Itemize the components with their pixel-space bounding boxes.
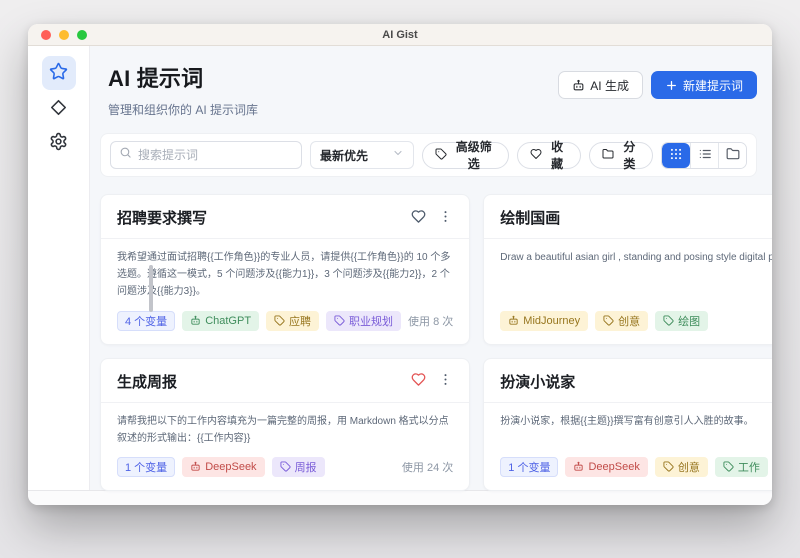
list-icon bbox=[698, 147, 712, 164]
prompt-card-title: 扮演小说家 bbox=[500, 371, 575, 392]
window-title: AI Gist bbox=[382, 29, 417, 41]
close-window-button[interactable] bbox=[41, 30, 51, 40]
prompt-card-content: 我希望通过面试招聘{{工作角色}}的专业人员，请提供{{工作角色}}的 10 个… bbox=[101, 239, 469, 301]
search-box[interactable] bbox=[110, 141, 302, 169]
cards-grid: 招聘要求撰写 我希望通过面试招聘{{工作角色}}的专业人员，请提供{{工作角色}… bbox=[100, 194, 757, 491]
grid-view-button[interactable] bbox=[662, 143, 690, 168]
kebab-menu-icon bbox=[438, 209, 453, 227]
main-area: AI 提示词 管理和组织你的 AI 提示词库 AI 生成 新建提示词 bbox=[90, 46, 772, 490]
prompt-card[interactable]: 扮演小说家 扮演小说家，根据{{主题}}撰写富有创意引人入胜的故事。 1 个变量… bbox=[483, 358, 772, 491]
gear-icon bbox=[49, 132, 68, 154]
search-input[interactable] bbox=[138, 148, 293, 162]
tag-badge[interactable]: 创意 bbox=[595, 311, 648, 331]
prompt-card[interactable]: 招聘要求撰写 我希望通过面试招聘{{工作角色}}的专业人员，请提供{{工作角色}… bbox=[100, 194, 470, 345]
prompt-card-tags: 1 个变量 DeepSeek 创意工作 bbox=[500, 457, 768, 477]
grid-icon bbox=[669, 147, 683, 164]
tag-badge[interactable]: 应聘 bbox=[266, 311, 319, 331]
usage-count: 使用 24 次 bbox=[402, 459, 453, 475]
app-window: AI Gist AI 提示词 管理和组织你的 AI 提示词库 bbox=[28, 24, 772, 505]
favorite-button[interactable] bbox=[411, 209, 426, 227]
view-toggle bbox=[661, 142, 747, 169]
prompt-card-content: 请帮我把以下的工作内容填充为一篇完整的周报，用 Markdown 格式以分点叙述… bbox=[101, 403, 469, 447]
favorite-button[interactable] bbox=[411, 372, 426, 390]
heart-icon bbox=[530, 148, 542, 163]
model-badge[interactable]: ChatGPT bbox=[182, 311, 259, 331]
list-view-button[interactable] bbox=[690, 143, 718, 168]
prompt-card-title: 绘制国画 bbox=[500, 207, 560, 228]
chevron-down-icon bbox=[392, 146, 404, 164]
tag-icon bbox=[723, 461, 734, 472]
sidebar-item-settings[interactable] bbox=[42, 128, 76, 158]
robot-icon bbox=[572, 79, 585, 92]
sidebar bbox=[28, 46, 90, 490]
favorites-filter-button[interactable]: 收藏 bbox=[517, 142, 581, 169]
folder-icon bbox=[726, 147, 740, 164]
kebab-menu-icon bbox=[438, 372, 453, 390]
model-badge[interactable]: DeepSeek bbox=[565, 457, 647, 477]
prompt-card-tags: 1 个变量 DeepSeek 周报 bbox=[117, 457, 325, 477]
titlebar: AI Gist bbox=[28, 24, 772, 46]
ai-generate-button[interactable]: AI 生成 bbox=[558, 71, 643, 99]
prompt-card-tags: MidJourney 创意绘图 bbox=[500, 311, 708, 331]
plus-icon bbox=[665, 79, 678, 92]
sidebar-item-tags[interactable] bbox=[42, 94, 76, 124]
scrollbar-thumb[interactable] bbox=[149, 265, 153, 312]
tag-icon bbox=[274, 315, 285, 326]
robot-icon bbox=[190, 315, 201, 326]
toolbar: 最新优先 高级筛选 收藏 分类 bbox=[100, 133, 757, 177]
sort-select[interactable]: 最新优先 bbox=[310, 141, 414, 169]
model-badge[interactable]: MidJourney bbox=[500, 311, 588, 331]
prompt-card-content: Draw a beautiful asian girl , standing a… bbox=[484, 239, 772, 301]
page-title: AI 提示词 bbox=[108, 61, 258, 93]
tag-icon bbox=[663, 315, 674, 326]
prompt-card[interactable]: 绘制国画 Draw a beautiful asian girl , stand… bbox=[483, 194, 772, 345]
variable-badge: 4 个变量 bbox=[117, 311, 175, 331]
tag-badge[interactable]: 绘图 bbox=[655, 311, 708, 331]
tag-icon bbox=[280, 461, 291, 472]
prompt-card-title: 生成周报 bbox=[117, 371, 177, 392]
variable-badge: 1 个变量 bbox=[500, 457, 558, 477]
traffic-lights bbox=[41, 24, 87, 45]
window-footer bbox=[28, 490, 772, 505]
prompt-card-content: 扮演小说家，根据{{主题}}撰写富有创意引人入胜的故事。 bbox=[484, 403, 772, 447]
new-prompt-button[interactable]: 新建提示词 bbox=[651, 71, 757, 99]
categories-button[interactable]: 分类 bbox=[589, 142, 653, 169]
tag-icon bbox=[334, 315, 345, 326]
more-menu-button[interactable] bbox=[438, 372, 453, 390]
tag-icon bbox=[435, 148, 447, 163]
advanced-filter-button[interactable]: 高级筛选 bbox=[422, 142, 509, 169]
model-badge[interactable]: DeepSeek bbox=[182, 457, 264, 477]
star-icon bbox=[49, 62, 68, 84]
prompt-card[interactable]: 生成周报 请帮我把以下的工作内容填充为一篇完整的周报，用 Markdown 格式… bbox=[100, 358, 470, 491]
heart-icon bbox=[411, 209, 426, 227]
diamond-icon bbox=[49, 98, 68, 120]
page-subtitle: 管理和组织你的 AI 提示词库 bbox=[108, 101, 258, 118]
sidebar-item-prompts[interactable] bbox=[42, 56, 76, 90]
folder-icon bbox=[602, 148, 614, 163]
zoom-window-button[interactable] bbox=[77, 30, 87, 40]
robot-icon bbox=[508, 315, 519, 326]
robot-icon bbox=[573, 461, 584, 472]
heart-icon bbox=[411, 372, 426, 390]
minimize-window-button[interactable] bbox=[59, 30, 69, 40]
robot-icon bbox=[190, 461, 201, 472]
more-menu-button[interactable] bbox=[438, 209, 453, 227]
folder-view-button[interactable] bbox=[718, 143, 746, 168]
variable-badge: 1 个变量 bbox=[117, 457, 175, 477]
search-icon bbox=[119, 146, 132, 164]
usage-count: 使用 8 次 bbox=[408, 313, 453, 329]
prompt-card-tags: 4 个变量 ChatGPT 应聘职业规划 bbox=[117, 311, 401, 331]
prompt-card-title: 招聘要求撰写 bbox=[117, 207, 207, 228]
tag-icon bbox=[663, 461, 674, 472]
tag-badge[interactable]: 职业规划 bbox=[326, 311, 401, 331]
tag-badge[interactable]: 工作 bbox=[715, 457, 768, 477]
tag-badge[interactable]: 周报 bbox=[272, 457, 325, 477]
tag-badge[interactable]: 创意 bbox=[655, 457, 708, 477]
tag-icon bbox=[603, 315, 614, 326]
